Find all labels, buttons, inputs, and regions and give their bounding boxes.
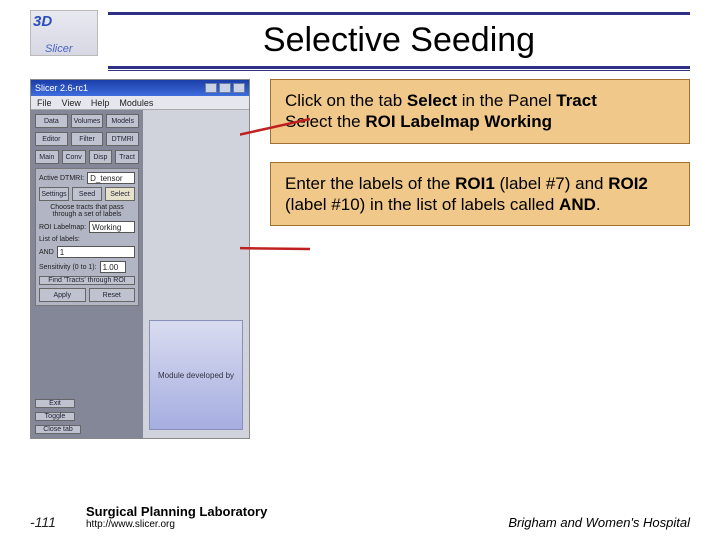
close-tab-button[interactable]: Close tab — [35, 425, 81, 434]
content-row: Slicer 2.6-rc1 File View Help Modules Da… — [30, 79, 690, 439]
callout-1: Click on the tab Select in the Panel Tra… — [270, 79, 690, 144]
roi-label: ROI Labelmap: — [39, 224, 86, 231]
callout-2: Enter the labels of the ROI1 (label #7) … — [270, 162, 690, 227]
active-dtmri-label: Active DTMRI: — [39, 175, 84, 182]
subtab-seed[interactable]: Seed — [72, 187, 102, 201]
c1-bold-roi: ROI Labelmap Working — [365, 112, 552, 131]
exit-button[interactable]: Exit — [35, 399, 75, 408]
c2-text-g: . — [596, 195, 601, 214]
and-input[interactable]: 1 — [57, 246, 135, 258]
page-number: -111 — [30, 514, 70, 530]
maximize-icon[interactable] — [219, 83, 231, 93]
menu-help[interactable]: Help — [91, 98, 110, 108]
under-rule-1 — [108, 66, 690, 69]
c2-text-e: (label #10) in the list of labels called — [285, 195, 559, 214]
subtab-settings[interactable]: Settings — [39, 187, 69, 201]
tab-disp[interactable]: Disp — [89, 150, 113, 164]
tab-conv[interactable]: Conv — [62, 150, 86, 164]
find-tracts-button[interactable]: Find 'Tracts' through ROI — [39, 276, 135, 285]
logo-slicer: Slicer — [45, 43, 73, 55]
lab-url: http://www.slicer.org — [86, 519, 267, 530]
subtab-select[interactable]: Select — [105, 187, 135, 201]
c1-text-c: in the Panel — [457, 91, 556, 110]
reset-button[interactable]: Reset — [89, 288, 136, 302]
btn-models[interactable]: Models — [106, 114, 139, 128]
btn-filter[interactable]: Filter — [71, 132, 104, 146]
window-titlebar: Slicer 2.6-rc1 — [31, 80, 249, 96]
menu-modules[interactable]: Modules — [119, 98, 153, 108]
app-body: Data Volumes Models Editor Filter DTMRI … — [31, 110, 249, 438]
c1-text-a: Click on the tab — [285, 91, 407, 110]
btn-volumes[interactable]: Volumes — [71, 114, 104, 128]
slicer-logo: 3D Slicer — [30, 10, 98, 56]
window-title: Slicer 2.6-rc1 — [35, 83, 88, 93]
sensitivity-input[interactable]: 1.00 — [100, 261, 126, 273]
page-title: Selective Seeding — [108, 15, 690, 64]
list-of-labels: List of labels: — [39, 236, 135, 243]
sensitivity-label: Sensitivity (0 to 1): — [39, 264, 97, 271]
slide: 3D Slicer Selective Seeding Slicer 2.6-r… — [0, 0, 720, 540]
c2-text-a: Enter the labels of the — [285, 174, 455, 193]
menu-file[interactable]: File — [37, 98, 52, 108]
footer-right: Brigham and Women's Hospital — [508, 515, 690, 530]
menubar: File View Help Modules — [31, 96, 249, 110]
under-rule-2 — [108, 70, 690, 71]
title-area: Selective Seeding — [108, 10, 690, 71]
tab-main[interactable]: Main — [35, 150, 59, 164]
dev-caption: Module developed by — [158, 371, 234, 380]
roi-labelmap-dropdown[interactable]: Working — [89, 221, 135, 233]
arrow-to-and-field — [240, 247, 310, 249]
btn-data[interactable]: Data — [35, 114, 68, 128]
active-dtmri-value[interactable]: D_tensor — [87, 172, 135, 184]
lab-name: Surgical Planning Laboratory — [86, 504, 267, 519]
menu-view[interactable]: View — [62, 98, 81, 108]
c2-bold-roi2: ROI2 — [608, 174, 648, 193]
toggle-button[interactable]: Toggle — [35, 412, 75, 421]
tract-panel: Active DTMRI: D_tensor Settings Seed Sel… — [35, 168, 139, 306]
select-hint: Choose tracts that pass through a set of… — [39, 204, 135, 218]
c2-text-c: (label #7) and — [495, 174, 608, 193]
c1-bold-tract: Tract — [556, 91, 597, 110]
logo-3d: 3D — [33, 13, 52, 30]
footer-left: Surgical Planning Laboratory http://www.… — [86, 504, 267, 530]
minimize-icon[interactable] — [205, 83, 217, 93]
window-buttons — [205, 83, 245, 93]
c2-bold-roi1: ROI1 — [455, 174, 495, 193]
left-panel: Data Volumes Models Editor Filter DTMRI … — [31, 110, 143, 438]
header: 3D Slicer Selective Seeding — [30, 10, 690, 71]
tab-tract[interactable]: Tract — [115, 150, 139, 164]
btn-editor[interactable]: Editor — [35, 132, 68, 146]
apply-button[interactable]: Apply — [39, 288, 86, 302]
c1-bold-select: Select — [407, 91, 457, 110]
close-icon[interactable] — [233, 83, 245, 93]
callouts: Click on the tab Select in the Panel Tra… — [270, 79, 690, 439]
btn-dtmri[interactable]: DTMRI — [106, 132, 139, 146]
and-label: AND — [39, 249, 54, 256]
module-developers-box: Module developed by — [149, 320, 243, 430]
c2-bold-and: AND — [559, 195, 596, 214]
c1-text-2a: Select the — [285, 112, 365, 131]
footer: -111 Surgical Planning Laboratory http:/… — [0, 498, 720, 540]
right-panel: Module developed by — [143, 110, 249, 438]
slicer-screenshot: Slicer 2.6-rc1 File View Help Modules Da… — [30, 79, 250, 439]
